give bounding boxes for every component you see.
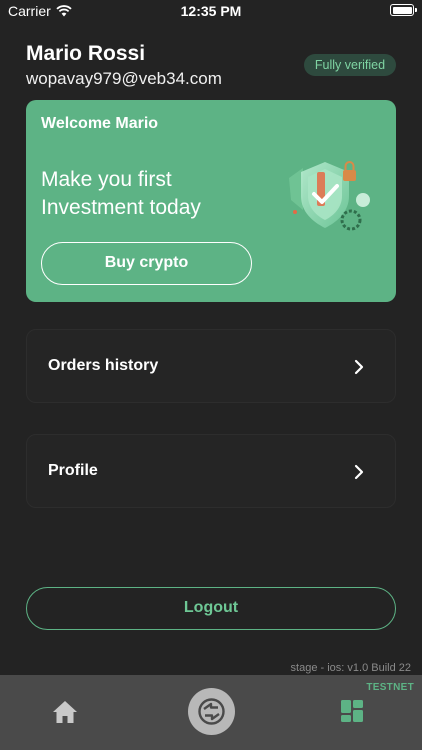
clock: 12:35 PM [180,3,242,19]
profile-label: Profile [48,462,98,479]
profile-item[interactable]: Profile [26,434,396,508]
user-name: Mario Rossi [26,42,146,65]
buy-crypto-button[interactable]: Buy crypto [41,242,252,285]
tab-bar: TESTNET [0,675,422,750]
build-info: stage - ios: v1.0 Build 22 [290,662,411,674]
logout-button[interactable]: Logout [26,587,396,630]
network-label: TESTNET [366,682,414,693]
battery-icon [390,4,417,16]
welcome-message: Make you first Investment today [41,168,201,219]
status-bar: Carrier 12:35 PM [0,0,422,24]
chevron-right-icon [354,359,364,375]
verification-badge: Fully verified [304,54,396,76]
home-icon[interactable] [52,699,78,725]
orders-history-item[interactable]: Orders history [26,329,396,403]
shield-lock-illustration [289,161,370,231]
welcome-card: Welcome Mario Make you first Investment … [26,100,396,302]
welcome-title: Welcome Mario [41,115,159,132]
orders-history-label: Orders history [48,357,159,374]
chevron-right-icon [354,464,364,480]
dashboard-icon[interactable] [340,699,364,723]
user-email: wopavay979@veb34.com [26,69,222,88]
exchange-tab-button[interactable] [188,688,235,735]
exchange-icon [198,698,225,725]
account-screen: Carrier 12:35 PM Mario Rossi wopavay979@… [0,0,422,750]
